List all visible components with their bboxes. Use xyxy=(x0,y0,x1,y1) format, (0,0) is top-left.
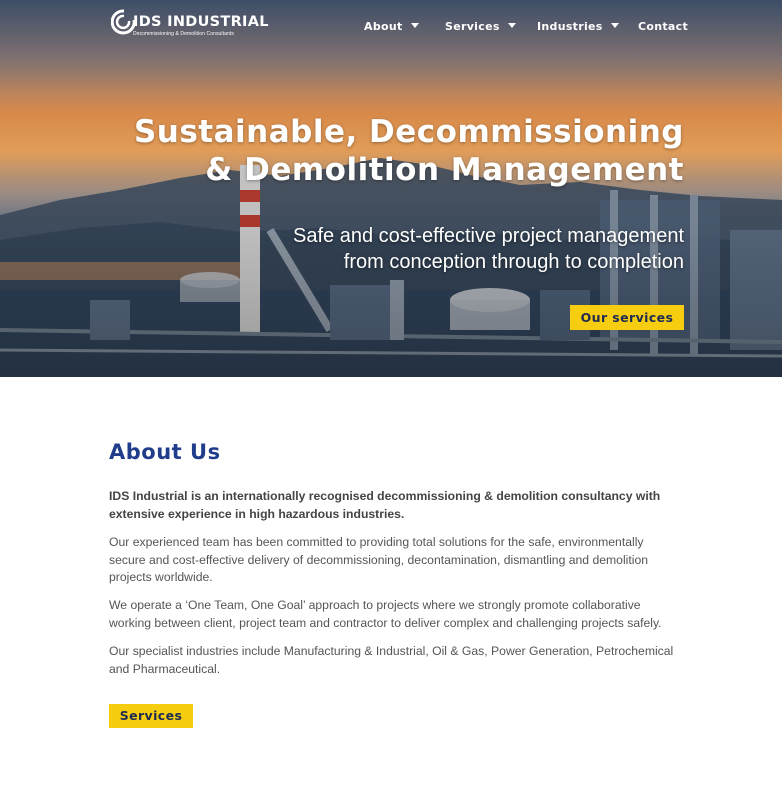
chevron-down-icon xyxy=(610,23,619,28)
nav-industries[interactable]: Industries xyxy=(537,20,619,33)
nav-about-label: About xyxy=(364,20,403,33)
about-paragraph-team: Our experienced team has been committed … xyxy=(109,535,649,584)
about-heading: About Us xyxy=(109,440,221,464)
about-paragraph-approach: We operate a ‘One Team, One Goal’ approa… xyxy=(109,598,662,630)
services-button[interactable]: Services xyxy=(109,704,193,728)
nav-services[interactable]: Services xyxy=(445,20,516,33)
nav-services-label: Services xyxy=(445,20,500,33)
nav-industries-label: Industries xyxy=(537,20,603,33)
chevron-down-icon xyxy=(410,23,419,28)
hero-title-line-2: & Demolition Management xyxy=(205,152,684,188)
nav-about[interactable]: About xyxy=(364,20,419,33)
our-services-button[interactable]: Our services xyxy=(570,305,684,330)
about-paragraph-industries: Our specialist industries include Manufa… xyxy=(109,644,674,676)
hero-subtitle-line-1: Safe and cost-effective project manageme… xyxy=(293,225,684,247)
hero-title-line-1: Sustainable, Decommissioning xyxy=(133,114,684,150)
chevron-down-icon xyxy=(507,23,516,28)
about-intro-paragraph: IDS Industrial is an internationally rec… xyxy=(109,489,661,521)
hero-title: Sustainable, Decommissioning & Demolitio… xyxy=(134,113,684,189)
hero-subtitle: Safe and cost-effective project manageme… xyxy=(293,223,684,275)
nav-contact-label: Contact xyxy=(638,20,689,33)
main-nav: About Services Industries Contact xyxy=(0,20,782,38)
nav-contact[interactable]: Contact xyxy=(638,20,688,33)
hero-subtitle-line-2: from conception through to completion xyxy=(343,251,684,273)
